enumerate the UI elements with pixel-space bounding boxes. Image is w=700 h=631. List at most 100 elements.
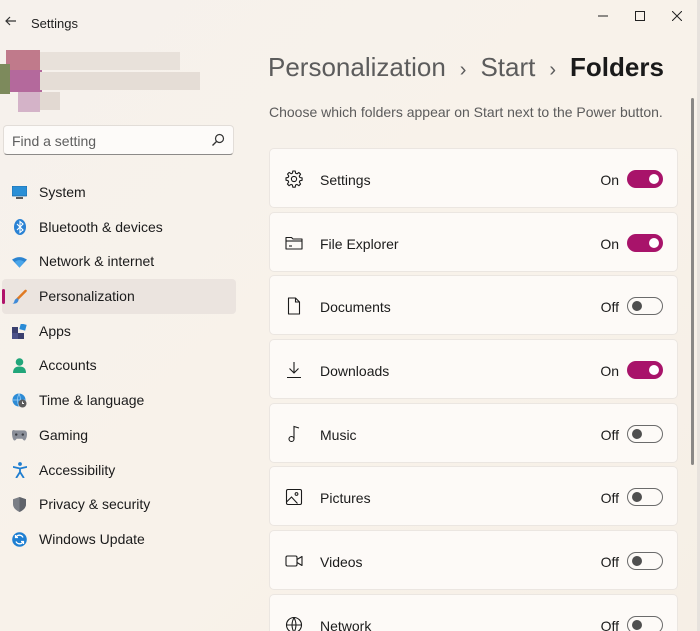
sidebar-item-privacy-security[interactable]: Privacy & security [2,487,236,522]
app-title: Settings [31,16,78,31]
folder-icon [285,236,303,250]
folder-label: File Explorer [320,235,399,252]
search-icon[interactable] [211,133,225,147]
sidebar-item-label: Accounts [39,357,97,374]
globe-clock-icon [12,393,27,408]
profile-email-blurred [40,72,200,90]
music-icon [288,425,300,442]
breadcrumb-start[interactable]: Start [480,52,535,83]
network-toggle[interactable] [627,615,663,631]
accessibility-icon [12,462,27,478]
toggle-state-label: Off [600,299,619,316]
sidebar-item-gaming[interactable]: Gaming [2,418,236,453]
shield-icon [12,497,27,513]
sidebar-item-accessibility[interactable]: Accessibility [2,453,236,488]
maximize-button[interactable] [622,6,658,26]
toggle-state-label: Off [600,490,619,507]
toggle-state-label: On [600,235,619,252]
update-icon [12,532,27,547]
folder-row-file-explorer: File Explorer On [269,211,678,272]
sidebar-item-bluetooth[interactable]: Bluetooth & devices [2,210,236,245]
system-icon [12,185,27,200]
gamepad-icon [12,428,27,443]
page-description: Choose which folders appear on Start nex… [269,104,663,120]
sidebar-item-label: Apps [39,322,71,339]
folder-label: Settings [320,172,371,188]
document-icon [287,297,301,315]
toggle-state-label: On [600,363,619,380]
toggle-state-label: Off [600,617,619,631]
downloads-toggle[interactable] [627,361,663,380]
sidebar-item-time-language[interactable]: Time & language [2,383,236,418]
documents-toggle[interactable] [627,297,663,316]
picture-icon [285,489,303,506]
folder-label: Documents [320,299,391,316]
title-bar: Settings [0,0,700,40]
chevron-right-icon: › [459,59,467,81]
music-toggle[interactable] [627,424,663,443]
sidebar-item-accounts[interactable]: Accounts [2,348,236,383]
person-icon [12,358,27,374]
page-title: Folders [570,52,664,82]
search-input[interactable] [12,131,202,151]
bluetooth-icon [12,219,27,236]
download-icon [287,362,301,379]
folder-label: Downloads [320,363,390,380]
sidebar-item-label: Time & language [39,392,145,409]
profile-name-blurred [40,52,180,70]
sidebar-item-label: Accessibility [39,461,116,478]
maximize-icon [635,11,645,21]
settings-toggle[interactable] [627,170,663,188]
folder-label: Pictures [320,490,371,507]
folder-label: Network [320,617,372,631]
videos-toggle[interactable] [627,552,663,571]
minimize-button[interactable] [585,6,621,26]
file-explorer-toggle[interactable] [627,233,663,252]
breadcrumb: Personalization › Start › Folders [268,52,664,88]
network-globe-icon [285,616,303,631]
toggle-state-label: Off [600,426,619,443]
breadcrumb-personalization[interactable]: Personalization [268,52,446,83]
scrollbar-thumb[interactable] [691,98,694,465]
close-button[interactable] [659,6,695,26]
folder-label: Videos [320,554,363,571]
toggle-state-label: On [600,172,619,188]
active-indicator [2,289,5,305]
avatar [0,50,42,112]
sidebar-item-label: Privacy & security [39,496,151,513]
sidebar-item-personalization[interactable]: Personalization [2,279,236,314]
folder-row-pictures: Pictures Off [269,466,678,527]
sidebar-item-windows-update[interactable]: Windows Update [2,522,236,557]
search-box[interactable] [3,125,234,155]
sidebar-item-label: Network & internet [39,253,155,270]
folder-row-network: Network Off [269,593,678,631]
back-arrow-icon [5,16,16,26]
sidebar-item-label: Personalization [39,288,135,305]
sidebar-item-system[interactable]: System [2,175,236,210]
gear-icon [285,170,303,188]
user-profile[interactable] [0,50,240,114]
sidebar-item-label: Windows Update [39,530,145,547]
folder-list: Settings On File Explorer On Documents O… [269,148,678,631]
sidebar-item-network[interactable]: Network & internet [2,244,236,279]
folder-label: Music [320,426,357,443]
folder-row-videos: Videos Off [269,530,678,591]
folder-row-settings: Settings On [269,148,678,208]
folder-row-documents: Documents Off [269,275,678,336]
close-icon [672,11,682,21]
toggle-state-label: Off [600,554,619,571]
sidebar-item-label: Bluetooth & devices [39,218,163,235]
brush-icon [12,289,27,304]
pictures-toggle[interactable] [627,488,663,507]
wifi-icon [12,254,27,269]
sidebar-item-label: System [39,184,86,200]
apps-icon [12,323,27,339]
chevron-right-icon: › [549,59,557,81]
sidebar-item-label: Gaming [39,426,89,443]
folder-row-music: Music Off [269,402,678,463]
folder-row-downloads: Downloads On [269,339,678,400]
video-icon [285,555,303,567]
sidebar-nav: System Bluetooth & devices Network & int… [0,175,240,557]
back-button[interactable] [0,10,22,32]
sidebar-item-apps[interactable]: Apps [2,314,236,349]
